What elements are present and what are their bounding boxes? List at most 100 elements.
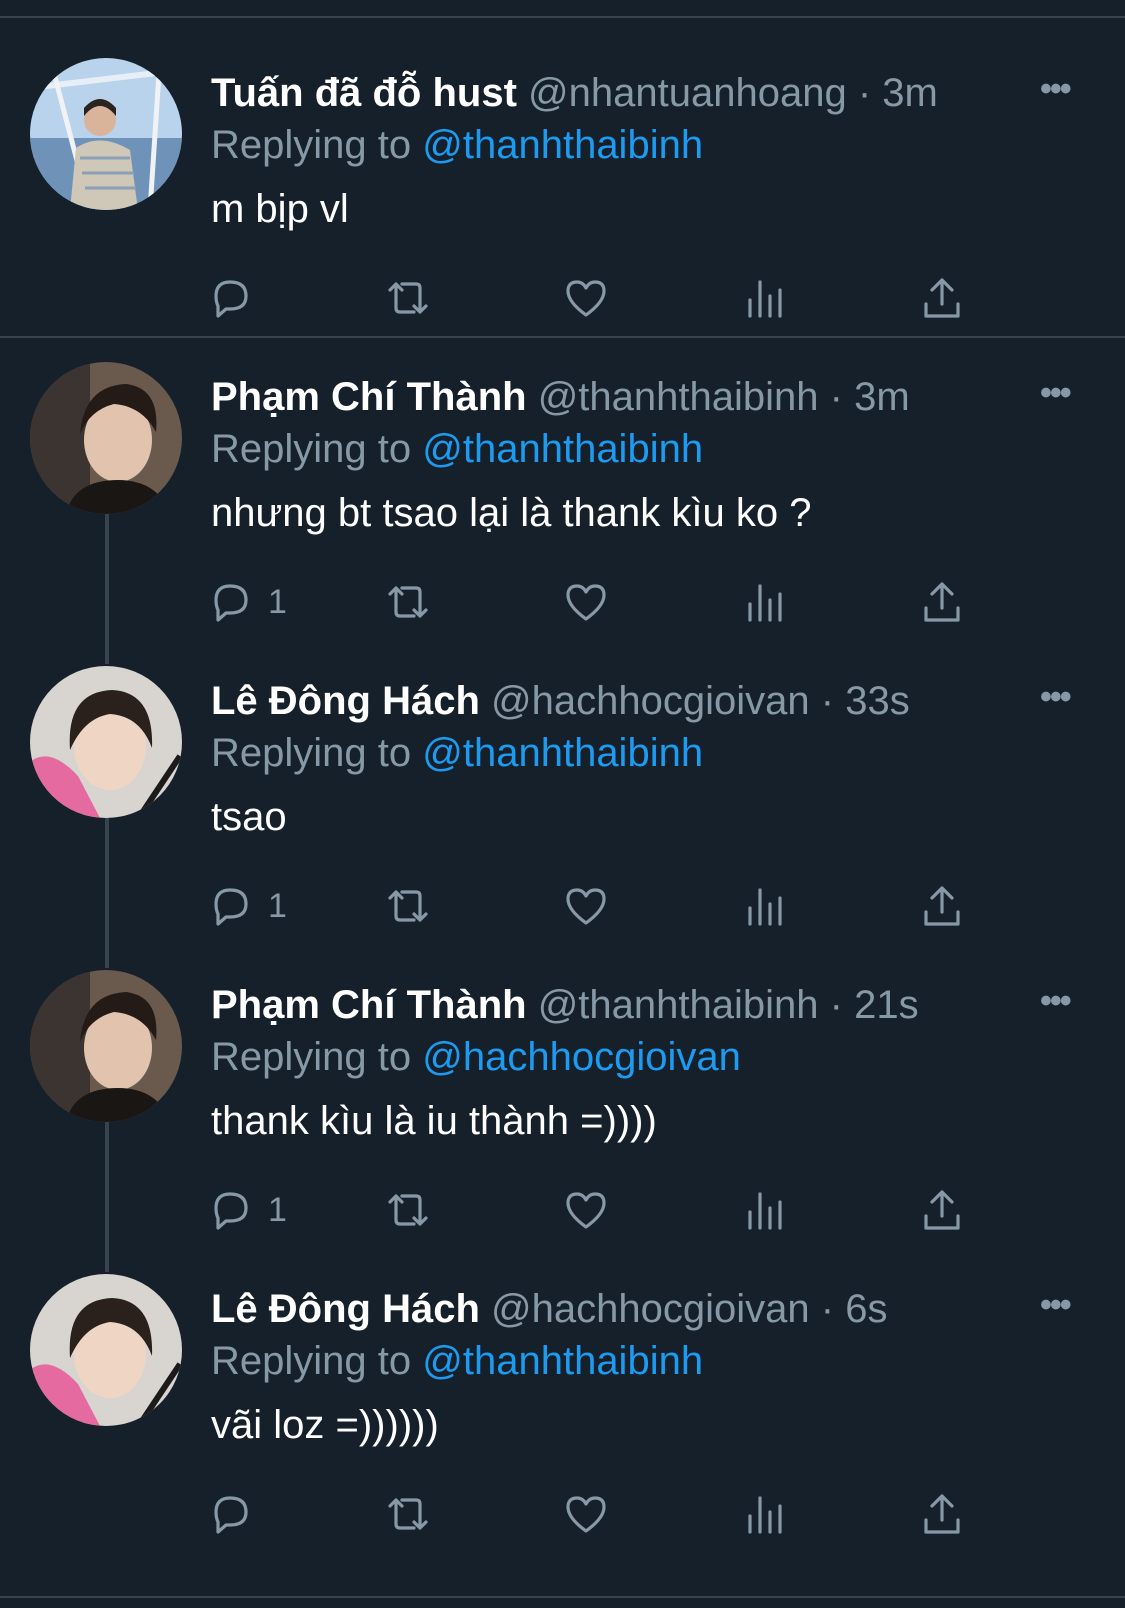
share-button[interactable] — [918, 268, 966, 328]
tweet-text: m bịp vl — [211, 187, 349, 231]
replying-to: Replying to @thanhthaibinh — [211, 1336, 703, 1386]
more-options-button[interactable]: ••• — [1040, 1280, 1072, 1330]
avatar[interactable] — [30, 362, 182, 514]
share-button[interactable] — [918, 876, 966, 936]
display-name[interactable]: Phạm Chí Thành — [211, 983, 527, 1027]
timestamp[interactable]: 3m — [882, 71, 938, 115]
tweet-header: Tuấn đã đỗ hust @nhantuanhoang · 3m — [211, 68, 938, 118]
more-options-button[interactable]: ••• — [1040, 64, 1072, 114]
reply-button[interactable]: 1 — [206, 1180, 287, 1240]
separator-dot: · — [857, 71, 872, 115]
replying-to-handle[interactable]: @hachhocgioivan — [422, 1035, 741, 1079]
analytics-button[interactable] — [740, 1484, 788, 1544]
replying-to-label: Replying to — [211, 1339, 412, 1383]
retweet-button[interactable] — [384, 876, 432, 936]
reply-icon — [214, 584, 248, 622]
retweet-button[interactable] — [384, 572, 432, 632]
like-icon — [566, 1496, 606, 1533]
tweet-header: Lê Đông Hách @hachhocgioivan · 33s — [211, 676, 910, 726]
like-button[interactable] — [562, 1484, 610, 1544]
replying-to-handle[interactable]: @thanhthaibinh — [422, 1339, 703, 1383]
avatar-image — [30, 970, 182, 1122]
more-options-button[interactable]: ••• — [1040, 976, 1072, 1026]
tweet[interactable]: Lê Đông Hách @hachhocgioivan · 6s ••• Re… — [0, 1274, 1125, 1578]
more-options-button[interactable]: ••• — [1040, 672, 1072, 722]
replying-to: Replying to @hachhocgioivan — [211, 1032, 741, 1082]
reply-button[interactable]: 1 — [206, 572, 287, 632]
tweet-header: Phạm Chí Thành @thanhthaibinh · 3m — [211, 372, 910, 422]
reply-button[interactable]: 1 — [206, 876, 287, 936]
retweet-icon — [388, 1194, 428, 1226]
replying-to: Replying to @thanhthaibinh — [211, 120, 703, 170]
share-button[interactable] — [918, 1180, 966, 1240]
timestamp[interactable]: 33s — [845, 679, 910, 723]
tweet-text: thank kìu là iu thành =)))) — [211, 1099, 657, 1143]
timestamp[interactable]: 6s — [845, 1287, 887, 1331]
user-handle[interactable]: @hachhocgioivan — [491, 679, 810, 723]
reply-icon — [214, 888, 248, 926]
share-button[interactable] — [918, 572, 966, 632]
tweet-text: vãi loz =)))))) — [211, 1403, 439, 1447]
retweet-icon — [388, 586, 428, 618]
replying-to-handle[interactable]: @thanhthaibinh — [422, 731, 703, 775]
user-handle[interactable]: @nhantuanhoang — [528, 71, 847, 115]
avatar-image — [30, 1274, 182, 1426]
like-icon — [566, 1192, 606, 1229]
display-name[interactable]: Tuấn đã đỗ hust — [211, 71, 517, 115]
replying-to: Replying to @thanhthaibinh — [211, 728, 703, 778]
like-button[interactable] — [562, 1180, 610, 1240]
replying-to-label: Replying to — [211, 123, 412, 167]
like-icon — [566, 280, 606, 317]
user-handle[interactable]: @hachhocgioivan — [491, 1287, 810, 1331]
reply-button[interactable] — [206, 1484, 268, 1544]
separator-dot: · — [820, 1287, 835, 1331]
analytics-button[interactable] — [740, 572, 788, 632]
reply-count: 1 — [268, 1190, 287, 1229]
like-button[interactable] — [562, 572, 610, 632]
share-button[interactable] — [918, 1484, 966, 1544]
analytics-icon — [748, 280, 782, 318]
analytics-button[interactable] — [740, 876, 788, 936]
avatar[interactable] — [30, 1274, 182, 1426]
avatar[interactable] — [30, 666, 182, 818]
reply-button[interactable] — [206, 268, 268, 328]
retweet-button[interactable] — [384, 268, 432, 328]
retweet-icon — [388, 282, 428, 314]
replying-to-handle[interactable]: @thanhthaibinh — [422, 123, 703, 167]
analytics-icon — [748, 584, 782, 622]
display-name[interactable]: Lê Đông Hách — [211, 1287, 480, 1331]
display-name[interactable]: Lê Đông Hách — [211, 679, 480, 723]
user-handle[interactable]: @thanhthaibinh — [538, 983, 819, 1027]
avatar-image — [30, 362, 182, 514]
analytics-button[interactable] — [740, 1180, 788, 1240]
analytics-button[interactable] — [740, 268, 788, 328]
reply-count: 1 — [268, 886, 287, 925]
tweet-text: tsao — [211, 795, 287, 839]
replying-to-label: Replying to — [211, 731, 412, 775]
avatar[interactable] — [30, 970, 182, 1122]
like-button[interactable] — [562, 268, 610, 328]
tweet[interactable]: Lê Đông Hách @hachhocgioivan · 33s ••• R… — [0, 666, 1125, 970]
retweet-icon — [388, 1498, 428, 1530]
retweet-button[interactable] — [384, 1484, 432, 1544]
avatar[interactable] — [30, 58, 182, 210]
more-options-button[interactable]: ••• — [1040, 368, 1072, 418]
reply-icon — [214, 1496, 248, 1534]
tweet[interactable]: Phạm Chí Thành @thanhthaibinh · 3m ••• R… — [0, 362, 1125, 666]
separator-dot: · — [829, 983, 843, 1027]
analytics-icon — [748, 1192, 782, 1230]
replying-to-handle[interactable]: @thanhthaibinh — [422, 427, 703, 471]
analytics-icon — [748, 1496, 782, 1534]
tweet[interactable]: Tuấn đã đỗ hust @nhantuanhoang · 3m ••• … — [0, 58, 1125, 362]
like-button[interactable] — [562, 876, 610, 936]
display-name[interactable]: Phạm Chí Thành — [211, 375, 527, 419]
avatar-image — [30, 666, 182, 818]
separator-dot: · — [829, 375, 843, 419]
bottom-divider — [0, 1596, 1125, 1598]
timestamp[interactable]: 3m — [854, 375, 910, 419]
timestamp[interactable]: 21s — [854, 983, 919, 1027]
tweet[interactable]: Phạm Chí Thành @thanhthaibinh · 21s ••• … — [0, 970, 1125, 1274]
retweet-button[interactable] — [384, 1180, 432, 1240]
user-handle[interactable]: @thanhthaibinh — [538, 375, 819, 419]
replying-to: Replying to @thanhthaibinh — [211, 424, 703, 474]
